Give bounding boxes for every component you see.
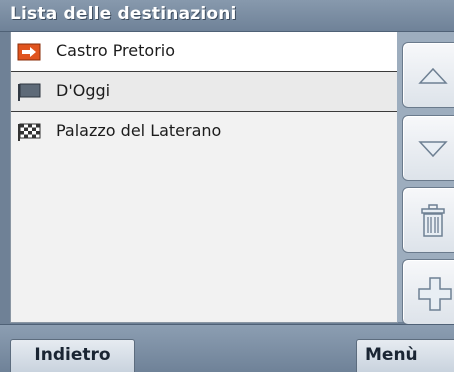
flag-icon [18, 83, 41, 101]
delete-button[interactable] [402, 187, 454, 253]
list-item-label: Castro Pretorio [56, 41, 175, 60]
page-title: Lista delle destinazioni [10, 4, 237, 24]
scroll-up-button[interactable] [402, 42, 454, 108]
arrow-flag-icon [17, 43, 41, 61]
scroll-down-button[interactable] [402, 115, 454, 181]
trash-icon [421, 204, 445, 237]
destination-list: Castro Pretorio D'Oggi Palazzo del Later… [10, 32, 398, 323]
add-destination-button[interactable] [402, 259, 454, 325]
bottom-bar: Indietro Menù [0, 324, 454, 372]
arrow-down-icon [418, 141, 448, 158]
checkered-flag-icon [18, 123, 41, 141]
list-item-label: Palazzo del Laterano [56, 121, 222, 140]
list-item[interactable]: D'Oggi [11, 72, 398, 112]
sidebar [397, 32, 454, 325]
arrow-up-icon [418, 67, 448, 84]
title-bar: Lista delle destinazioni [0, 0, 454, 32]
plus-icon [418, 277, 452, 311]
list-item-label: D'Oggi [56, 81, 111, 100]
menu-button[interactable]: Menù [356, 339, 454, 372]
list-item[interactable]: Castro Pretorio [11, 32, 398, 72]
back-button[interactable]: Indietro [10, 339, 135, 372]
list-item[interactable]: Palazzo del Laterano [11, 112, 398, 152]
